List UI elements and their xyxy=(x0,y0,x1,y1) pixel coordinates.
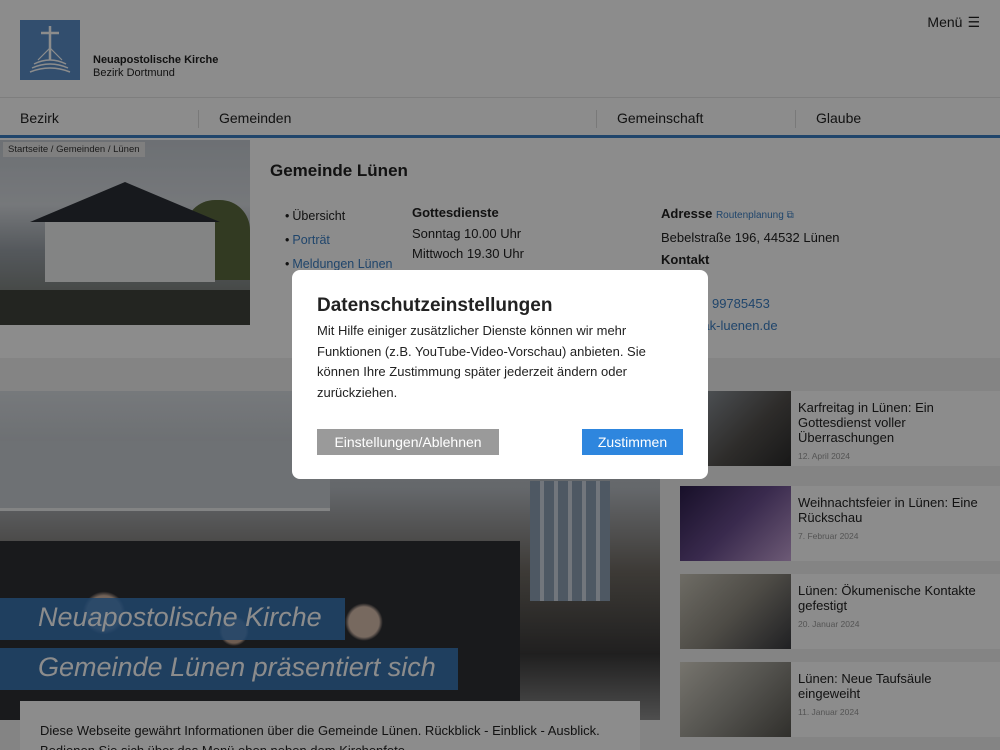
dialog-text: Mit Hilfe einiger zusätzlicher Dienste k… xyxy=(317,323,646,400)
accept-button[interactable]: Zustimmen xyxy=(582,429,683,455)
dialog-title: Datenschutzeinstellungen xyxy=(317,295,553,316)
privacy-settings-dialog: Datenschutzeinstellungen Mit Hilfe einig… xyxy=(292,270,708,479)
settings-decline-button[interactable]: Einstellungen/Ablehnen xyxy=(317,429,499,455)
